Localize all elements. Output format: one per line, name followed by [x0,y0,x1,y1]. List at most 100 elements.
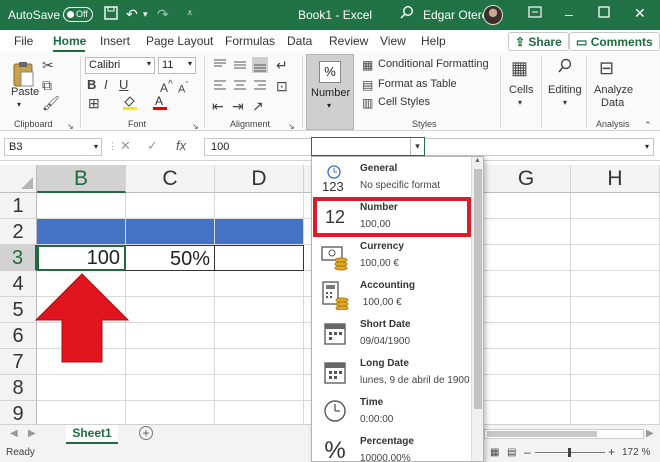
cells-button[interactable]: Cells [509,84,533,96]
paste-dropdown-icon[interactable]: ▾ [17,100,21,109]
chevron-down-icon[interactable]: ▾ [518,98,522,107]
redo-icon[interactable]: ↷ [157,6,169,22]
row-header-9[interactable]: 9 [0,401,37,424]
horizontal-scrollbar[interactable] [484,429,644,439]
column-header-h[interactable]: H [571,165,660,193]
cell-c2[interactable] [126,219,215,245]
row-header-7[interactable]: 7 [0,349,37,375]
undo-dropdown-icon[interactable]: ▾ [143,6,148,22]
scroll-up-icon[interactable]: ▲ [474,157,481,164]
tab-data[interactable]: Data [287,34,312,48]
tab-home[interactable]: Home [53,34,86,48]
undo-icon[interactable]: ↶ [126,6,138,22]
name-box[interactable]: B3 ▾ [4,138,102,156]
analyze-data-label-1[interactable]: Analyze [594,84,633,96]
share-button[interactable]: ⇪ Share [508,32,569,51]
editing-button[interactable]: Editing [548,84,582,96]
increase-font-icon[interactable]: A^ [160,78,173,95]
orientation-icon[interactable]: ↗ [252,99,264,113]
ribbon-display-icon[interactable] [528,5,542,22]
close-icon[interactable]: ✕ [634,5,646,21]
page-layout-view-icon[interactable]: ▤ [507,447,516,458]
format-option-long-date[interactable]: Long Date lunes, 9 de abril de 1900 [312,354,470,392]
decrease-font-icon[interactable]: Aˇ [178,78,188,97]
next-sheet-icon[interactable]: ▶ [28,428,36,439]
format-option-general[interactable]: 123 General No specific format [312,159,470,197]
alignment-middle-icon[interactable] [232,58,248,72]
tab-formulas[interactable]: Formulas [225,34,275,48]
format-option-time[interactable]: Time 0:00:00 [312,393,470,431]
row-header-5[interactable]: 5 [0,297,37,323]
insert-function-icon[interactable]: fx [176,138,186,153]
font-size-select[interactable]: 11 ▾ [158,57,196,74]
scrollbar-thumb[interactable] [474,169,482,409]
prev-sheet-icon[interactable]: ◀ [10,428,18,439]
chevron-down-icon[interactable]: ▾ [410,138,424,155]
dropdown-scrollbar[interactable]: ▲ [471,157,483,461]
cell-d2[interactable] [215,219,304,245]
scroll-right-icon[interactable]: ▶ [646,428,654,439]
format-option-short-date[interactable]: Short Date 09/04/1900 [312,315,470,353]
fill-color-icon[interactable] [122,94,138,112]
decrease-indent-icon[interactable]: ⇤ [212,99,224,113]
tab-view[interactable]: View [380,34,406,48]
paste-label[interactable]: Paste [11,86,39,98]
merge-center-icon[interactable]: ⊡ [276,79,288,93]
tab-insert[interactable]: Insert [100,34,130,48]
row-header-3[interactable]: 3 [0,245,37,271]
cell-styles-button[interactable]: Cell Styles [378,96,430,108]
analyze-data-label-2[interactable]: Data [601,97,624,109]
italic-icon[interactable]: I [104,78,108,92]
row-header-1[interactable]: 1 [0,193,37,219]
maximize-icon[interactable] [598,5,610,21]
zoom-level[interactable]: 172 % [622,447,650,458]
tab-file[interactable]: File [14,34,33,48]
cell-b3[interactable]: 100 [37,245,126,271]
customize-qat-icon[interactable]: ⩡ [187,6,193,22]
formula-input[interactable]: 100 ▾ [204,138,654,156]
align-left-icon[interactable] [212,79,228,93]
conditional-formatting-button[interactable]: Conditional Formatting [378,58,489,70]
sheet-tab[interactable]: Sheet1 [66,425,118,444]
tab-review[interactable]: Review [329,34,368,48]
row-header-2[interactable]: 2 [0,219,37,245]
zoom-in-icon[interactable]: + [608,445,615,459]
row-header-8[interactable]: 8 [0,375,37,401]
copy-icon[interactable]: ⧉ [42,78,52,92]
tab-help[interactable]: Help [421,34,446,48]
zoom-out-icon[interactable]: – [524,445,531,459]
borders-icon[interactable]: ⊞ [88,96,100,110]
font-color-icon[interactable]: A [152,94,168,112]
format-painter-icon[interactable]: 🖌 [42,96,60,110]
underline-icon[interactable]: U [119,78,128,92]
autosave-toggle[interactable]: Off [63,7,93,22]
format-option-accounting[interactable]: Accounting 100,00 € [312,276,470,314]
column-header-b[interactable]: B [37,165,126,193]
format-option-percentage[interactable]: % Percentage 10000,00% [312,432,470,461]
chevron-down-icon[interactable]: ▾ [563,98,567,107]
cancel-icon[interactable]: ✕ [120,138,131,154]
search-icon[interactable] [400,5,414,22]
column-header-g[interactable]: G [482,165,571,193]
tab-page-layout[interactable]: Page Layout [146,34,213,48]
format-as-table-button[interactable]: Format as Table [378,78,457,90]
number-format-select[interactable]: ▾ [311,137,425,156]
save-icon[interactable] [104,6,118,23]
bold-icon[interactable]: B [87,78,96,92]
font-name-select[interactable]: Calibri ▾ [85,57,155,74]
collapse-ribbon-icon[interactable]: ⌃ [644,118,652,132]
add-sheet-icon[interactable]: + [139,426,153,440]
cell-d3[interactable] [215,245,304,271]
alignment-top-icon[interactable] [212,58,228,72]
align-right-icon[interactable] [252,79,268,93]
cut-icon[interactable]: ✂ [42,58,54,72]
minimize-icon[interactable]: – [565,6,573,22]
zoom-slider[interactable] [535,448,605,457]
column-header-c[interactable]: C [126,165,215,193]
number-format-button[interactable]: % Number ▾ [306,54,354,130]
avatar[interactable] [483,5,503,25]
align-center-icon[interactable] [232,79,248,93]
comments-button[interactable]: ▭ Comments [569,32,660,51]
cell-c3[interactable]: 50% [126,245,215,271]
row-header-4[interactable]: 4 [0,271,37,297]
